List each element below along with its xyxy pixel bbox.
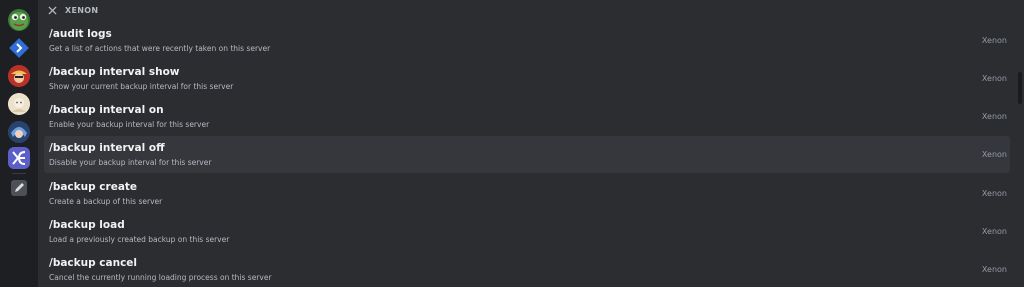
command-row-backup-create[interactable]: /backup create Create a backup of this s… [44,175,1010,212]
command-description: Show your current backup interval for th… [49,82,234,91]
command-row-backup-interval-off[interactable]: /backup interval off Disable your backup… [44,136,1010,173]
command-app-name: Xenon [981,36,1007,45]
command-name: /backup interval on [49,104,164,116]
command-name: /audit logs [49,28,112,40]
command-description: Get a list of actions that were recently… [49,44,271,53]
command-app-name: Xenon [981,189,1007,198]
command-description: Cancel the currently running loading pro… [49,273,272,282]
edit-icon[interactable] [11,180,27,196]
xenon-server-icon[interactable] [8,147,30,169]
command-description: Enable your backup interval for this ser… [49,120,210,129]
frog-avatar-icon[interactable] [8,9,30,31]
section-title: XENON [65,5,99,15]
command-row-backup-interval-on[interactable]: /backup interval on Enable your backup i… [44,98,1010,135]
rail-separator [12,173,26,174]
blue-diamond-server-icon[interactable] [8,37,30,59]
command-list-panel: XENON /audit logs Get a list of actions … [38,0,1024,287]
command-name: /backup cancel [49,257,138,269]
pirate-avatar-icon[interactable] [8,65,30,87]
xenon-app-icon [48,5,57,15]
command-name: /backup create [49,181,138,193]
command-name: /backup load [49,219,125,231]
command-name: /backup interval off [49,142,165,154]
command-app-name: Xenon [981,112,1007,121]
scrollbar[interactable] [1018,58,1022,128]
command-row-backup-cancel[interactable]: /backup cancel Cancel the currently runn… [44,251,1010,287]
scrollbar-thumb[interactable] [1018,72,1022,104]
command-description: Load a previously created backup on this… [49,235,230,244]
command-app-name: Xenon [981,150,1007,159]
command-app-name: Xenon [981,74,1007,83]
command-description: Disable your backup interval for this se… [49,158,212,167]
command-row-backup-load[interactable]: /backup load Load a previously created b… [44,213,1010,250]
blue-hair-avatar-icon[interactable] [8,121,30,143]
server-rail [0,0,38,287]
command-row-backup-interval-show[interactable]: /backup interval show Show your current … [44,60,1010,97]
cream-avatar-icon[interactable] [8,93,30,115]
command-row-audit-logs[interactable]: /audit logs Get a list of actions that w… [44,22,1010,59]
command-app-name: Xenon [981,227,1007,236]
command-description: Create a backup of this server [49,197,163,206]
section-header: XENON [48,3,98,17]
command-app-name: Xenon [981,265,1007,274]
command-name: /backup interval show [49,66,180,78]
